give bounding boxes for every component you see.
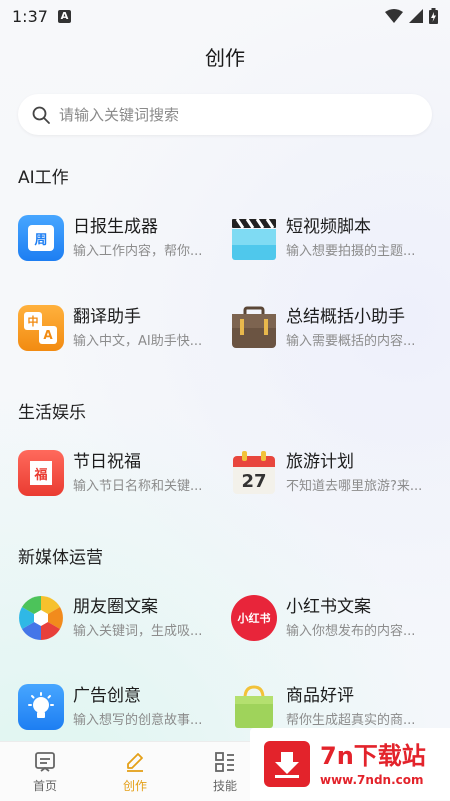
wifi-icon [385, 9, 403, 23]
section-title-life-entertainment: 生活娱乐 [18, 403, 86, 423]
card-desc: 不知道去哪里旅游?来... [286, 479, 423, 494]
calendar-27-icon: 27 [231, 450, 277, 496]
card-desc: 输入需要概括的内容... [286, 334, 416, 349]
shopping-bag-icon [231, 684, 277, 730]
search-icon [32, 106, 50, 124]
tool-card-product-review[interactable]: 商品好评 帮你生成超真实的商... [231, 684, 436, 730]
nav-item-create[interactable]: 创作 [90, 742, 180, 801]
tool-card-travel-plan[interactable]: 27 旅游计划 不知道去哪里旅游?来... [231, 450, 436, 496]
tool-card-daily-report[interactable]: 周 日报生成器 输入工作内容，帮你... [18, 215, 223, 261]
card-desc: 输入想要拍摄的主题... [286, 244, 416, 259]
nav-label-skills: 技能 [212, 779, 237, 793]
card-desc: 输入中文，AI助手快... [73, 334, 203, 349]
tool-card-moments-copy[interactable]: 朋友圈文案 输入关键词，生成吸... [18, 595, 223, 641]
notification-a-icon: A [57, 9, 71, 23]
card-desc: 输入你想发布的内容... [286, 624, 416, 639]
nav-label-create: 创作 [122, 779, 147, 793]
section-title-new-media: 新媒体运营 [18, 548, 103, 568]
card-name: 节日祝福 [73, 452, 141, 472]
tool-card-summary-assistant[interactable]: 总结概括小助手 输入需要概括的内容... [231, 305, 436, 351]
card-name: 翻译助手 [73, 307, 141, 327]
card-name: 旅游计划 [286, 452, 354, 472]
calendar-badge: 周 [28, 225, 54, 251]
page-title: 创作 [205, 46, 245, 70]
xiaohongshu-badge: 小红书 [237, 612, 271, 625]
tool-card-holiday-wishes[interactable]: 福 节日祝福 输入节日名称和关键... [18, 450, 223, 496]
briefcase-icon [231, 305, 277, 351]
status-bar: 1:37 A [0, 0, 450, 32]
lightbulb-icon [18, 684, 64, 730]
pen-icon [127, 753, 143, 772]
signal-icon [409, 9, 423, 23]
card-desc: 输入关键词，生成吸... [73, 624, 203, 639]
calendar-icon: 周 [18, 215, 64, 261]
card-name: 日报生成器 [73, 217, 158, 237]
aperture-icon [18, 595, 64, 641]
search-input[interactable]: 请输入关键词搜索 [18, 94, 432, 135]
card-name: 商品好评 [286, 686, 354, 706]
translate-icon: 中 A [18, 305, 64, 351]
card-name: 朋友圈文案 [73, 597, 158, 617]
tool-card-short-video-script[interactable]: 短视频脚本 输入想要拍摄的主题... [231, 215, 436, 261]
watermark-brand: 7n下载站 [320, 741, 426, 770]
tool-card-xiaohongshu-copy[interactable]: 小红书 小红书文案 输入你想发布的内容... [231, 595, 436, 641]
tool-card-ad-creative[interactable]: 广告创意 输入想写的创意故事... [18, 684, 223, 730]
card-desc: 输入节日名称和关键... [73, 479, 203, 494]
card-desc: 输入想写的创意故事... [73, 713, 203, 728]
xiaohongshu-icon: 小红书 [231, 595, 277, 641]
nav-label-home: 首页 [32, 779, 57, 793]
card-name: 小红书文案 [286, 597, 371, 617]
calendar-day-number: 27 [241, 470, 267, 492]
card-name: 广告创意 [73, 686, 141, 706]
translate-badge-a: A [39, 326, 57, 344]
tool-card-translation-assistant[interactable]: 中 A 翻译助手 输入中文，AI助手快... [18, 305, 223, 351]
section-title-ai-work: AI工作 [18, 168, 69, 188]
card-name: 总结概括小助手 [286, 307, 405, 327]
home-icon [35, 752, 55, 772]
fu-card-icon: 福 [18, 450, 64, 496]
search-placeholder: 请输入关键词搜索 [59, 106, 180, 124]
grid-icon [215, 752, 234, 772]
watermark-logo: 7n下载站 www.7ndn.com [250, 728, 450, 800]
watermark-url: www.7ndn.com [320, 772, 424, 787]
battery-icon [429, 8, 438, 24]
fu-badge: 福 [30, 461, 52, 485]
clapperboard-icon [231, 215, 277, 261]
status-time: 1:37 [12, 6, 48, 26]
card-desc: 输入工作内容，帮你... [73, 244, 203, 259]
download-arrow-icon [264, 741, 310, 787]
nav-item-home[interactable]: 首页 [0, 742, 90, 801]
card-name: 短视频脚本 [286, 217, 371, 237]
